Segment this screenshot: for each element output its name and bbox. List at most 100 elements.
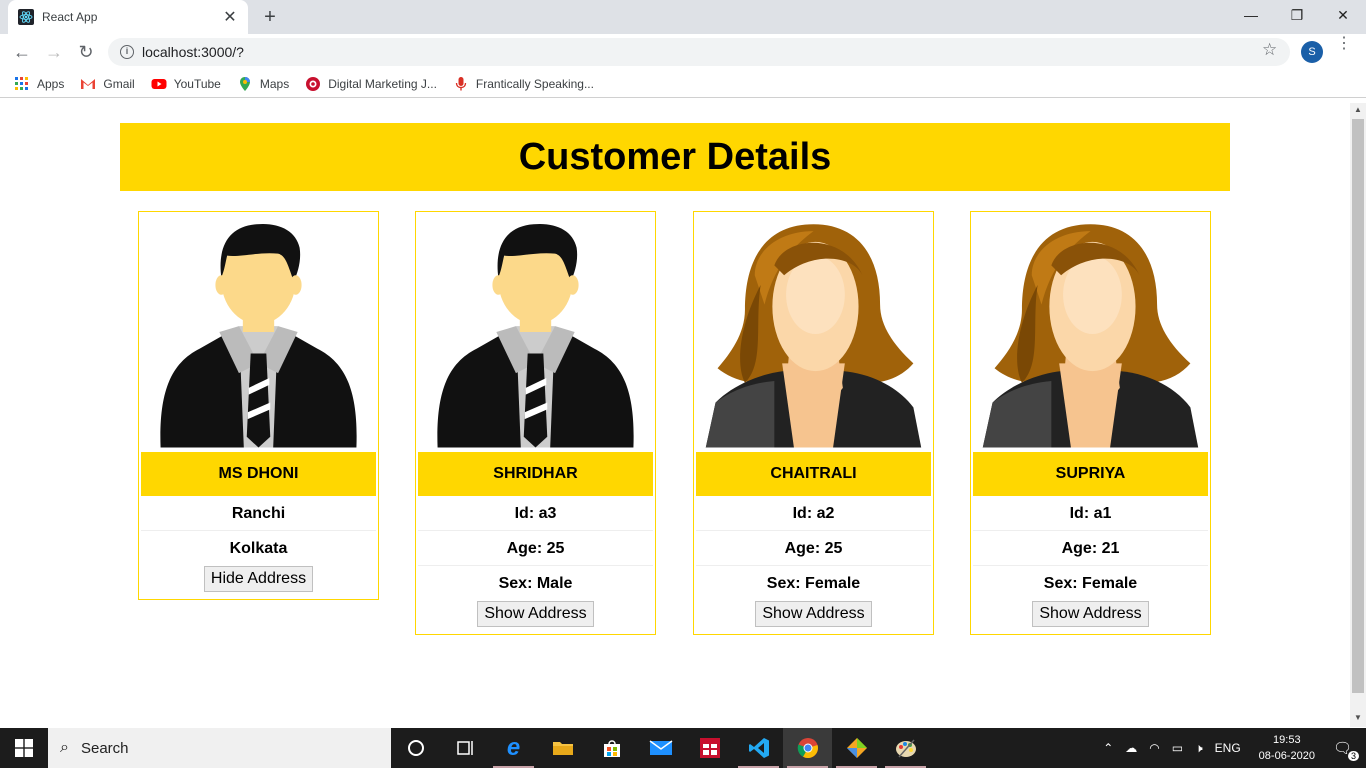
customer-card: MS DHONI Ranchi Kolkata Hide Address — [138, 211, 379, 600]
customer-name: MS DHONI — [141, 452, 376, 496]
scroll-down-icon[interactable]: ▼ — [1354, 713, 1362, 722]
bookmark-gmail[interactable]: Gmail — [80, 76, 135, 92]
profile-avatar[interactable]: S — [1301, 41, 1323, 63]
clock[interactable]: 19:53 08-06-2020 — [1259, 732, 1315, 764]
address-bar[interactable]: i localhost:3000/? — [108, 38, 1290, 66]
taskbar-gift-app[interactable] — [685, 728, 734, 768]
customer-detail-row: Ranchi — [141, 496, 376, 531]
show-address-button[interactable]: Show Address — [1032, 601, 1149, 627]
hide-address-button[interactable]: Hide Address — [203, 566, 314, 592]
female-avatar-icon — [973, 214, 1208, 450]
mail-icon — [649, 740, 672, 755]
customer-detail-row: Sex: Female — [1043, 575, 1138, 592]
maps-icon — [239, 76, 250, 91]
customer-name: SUPRIYA — [973, 452, 1208, 496]
bookmark-youtube[interactable]: YouTube — [151, 76, 221, 92]
browser-tab[interactable]: React App ✕ — [8, 0, 248, 34]
customer-name: CHAITRALI — [696, 452, 931, 496]
cortana-circle-icon — [407, 740, 424, 756]
windows-taskbar: ⌕ Search e ⌃ ☁ ◠ ▭ 🕨 ENG 19:53 08-06-202… — [0, 728, 1366, 768]
customer-card: SUPRIYA Id: a1 Age: 21 Sex: Female Show Addr… — [970, 211, 1211, 635]
female-avatar-icon — [696, 214, 931, 450]
restore-button[interactable]: ❐ — [1274, 0, 1320, 30]
diamond-app-icon — [846, 738, 867, 758]
wifi-icon[interactable]: ◠ — [1149, 741, 1159, 755]
male-avatar-icon — [141, 214, 376, 450]
scroll-up-icon[interactable]: ▲ — [1354, 105, 1362, 114]
bookmark-label: YouTube — [173, 76, 221, 91]
customer-detail-row: Age: 25 — [696, 531, 931, 566]
bookmark-digital-marketing[interactable]: Digital Marketing J... — [305, 76, 437, 92]
bookmark-frantically-speaking[interactable]: Frantically Speaking... — [453, 76, 594, 92]
vertical-scrollbar[interactable]: ▲ ▼ — [1350, 103, 1366, 727]
forward-arrow-icon[interactable]: → — [42, 40, 66, 64]
taskbar-store[interactable] — [587, 728, 636, 768]
gift-icon — [699, 738, 720, 758]
gmail-icon — [81, 78, 96, 89]
customer-detail-row: Age: 21 — [973, 531, 1208, 566]
bookmark-label: Apps — [37, 76, 65, 91]
customer-detail-row: Sex: Male — [498, 575, 573, 592]
bookmark-star-icon[interactable]: ☆ — [1262, 40, 1277, 60]
tab-title: React App — [42, 10, 98, 24]
onedrive-cloud-icon[interactable]: ☁ — [1125, 741, 1137, 755]
site-info-icon[interactable]: i — [120, 45, 134, 59]
taskbar-mail[interactable] — [636, 728, 685, 768]
folder-icon — [552, 742, 573, 755]
chrome-icon — [797, 738, 818, 759]
start-button[interactable] — [0, 728, 48, 768]
bookmark-label: Frantically Speaking... — [475, 76, 594, 91]
tab-strip: React App ✕ + — ❐ ✕ — [0, 0, 1366, 34]
taskbar-file-explorer[interactable] — [538, 728, 587, 768]
search-placeholder: Search — [80, 739, 129, 757]
taskbar-edge[interactable]: e — [489, 728, 538, 768]
bookmark-apps[interactable]: Apps — [14, 76, 64, 92]
menu-kebab-icon[interactable]: ⋮ — [1336, 36, 1352, 52]
clock-time: 19:53 — [1273, 734, 1301, 746]
microphone-icon — [455, 76, 467, 90]
show-address-button[interactable]: Show Address — [755, 601, 872, 627]
url-text: localhost:3000/? — [142, 44, 244, 60]
battery-icon[interactable]: ▭ — [1172, 741, 1183, 755]
edge-icon: e — [506, 734, 521, 761]
male-avatar-icon — [418, 214, 653, 450]
reload-icon[interactable]: ↻ — [74, 40, 98, 64]
taskbar-vscode[interactable] — [734, 728, 783, 768]
bookmarks-bar: Apps Gmail YouTube Maps Digital Marketin… — [0, 70, 1366, 98]
page-header: Customer Details — [120, 123, 1230, 191]
scrollbar-thumb[interactable] — [1352, 119, 1364, 693]
language-indicator[interactable]: ENG — [1215, 741, 1241, 755]
notification-center-icon[interactable]: 🗨 3 — [1333, 739, 1359, 761]
chevron-up-icon[interactable]: ⌃ — [1103, 741, 1113, 755]
taskbar-search[interactable]: ⌕ Search — [48, 728, 391, 768]
customer-detail-row: Id: a3 — [418, 496, 653, 531]
show-address-button[interactable]: Show Address — [477, 601, 594, 627]
browser-toolbar: ← → ↻ i localhost:3000/? ☆ S ⋮ — [0, 34, 1366, 70]
search-icon: ⌕ — [60, 739, 69, 756]
page-title: Customer Details — [518, 136, 832, 178]
customer-detail-row: Kolkata — [229, 540, 288, 557]
minimize-button[interactable]: — — [1228, 0, 1274, 30]
taskbar-chrome[interactable] — [783, 728, 832, 768]
cortana-button[interactable] — [391, 728, 440, 768]
system-tray: ⌃ ☁ ◠ ▭ 🕨 ENG 19:53 08-06-2020 🗨 3 — [1097, 728, 1366, 768]
close-window-button[interactable]: ✕ — [1320, 0, 1366, 30]
paint-palette-icon — [895, 739, 916, 758]
customer-detail-row: Id: a1 — [973, 496, 1208, 531]
customer-card: SHRIDHAR Id: a3 Age: 25 Sex: Male Show Addre… — [415, 211, 656, 635]
customer-detail-row: Id: a2 — [696, 496, 931, 531]
task-view-icon — [456, 741, 473, 755]
bookmark-maps[interactable]: Maps — [237, 76, 289, 92]
customer-name: SHRIDHAR — [418, 452, 653, 496]
back-arrow-icon[interactable]: ← — [10, 40, 34, 64]
taskbar-paint[interactable] — [881, 728, 930, 768]
taskbar-git-kraken[interactable] — [832, 728, 881, 768]
notification-count-badge: 3 — [1347, 751, 1359, 761]
customer-detail-row: Sex: Female — [766, 575, 861, 592]
volume-muted-icon[interactable]: 🕨 — [1195, 741, 1203, 756]
task-view-button[interactable] — [440, 728, 489, 768]
bookmark-red-icon — [306, 76, 321, 91]
bookmark-label: Gmail — [103, 76, 135, 91]
new-tab-button[interactable]: + — [258, 5, 282, 29]
close-tab-icon[interactable]: ✕ — [222, 7, 238, 27]
